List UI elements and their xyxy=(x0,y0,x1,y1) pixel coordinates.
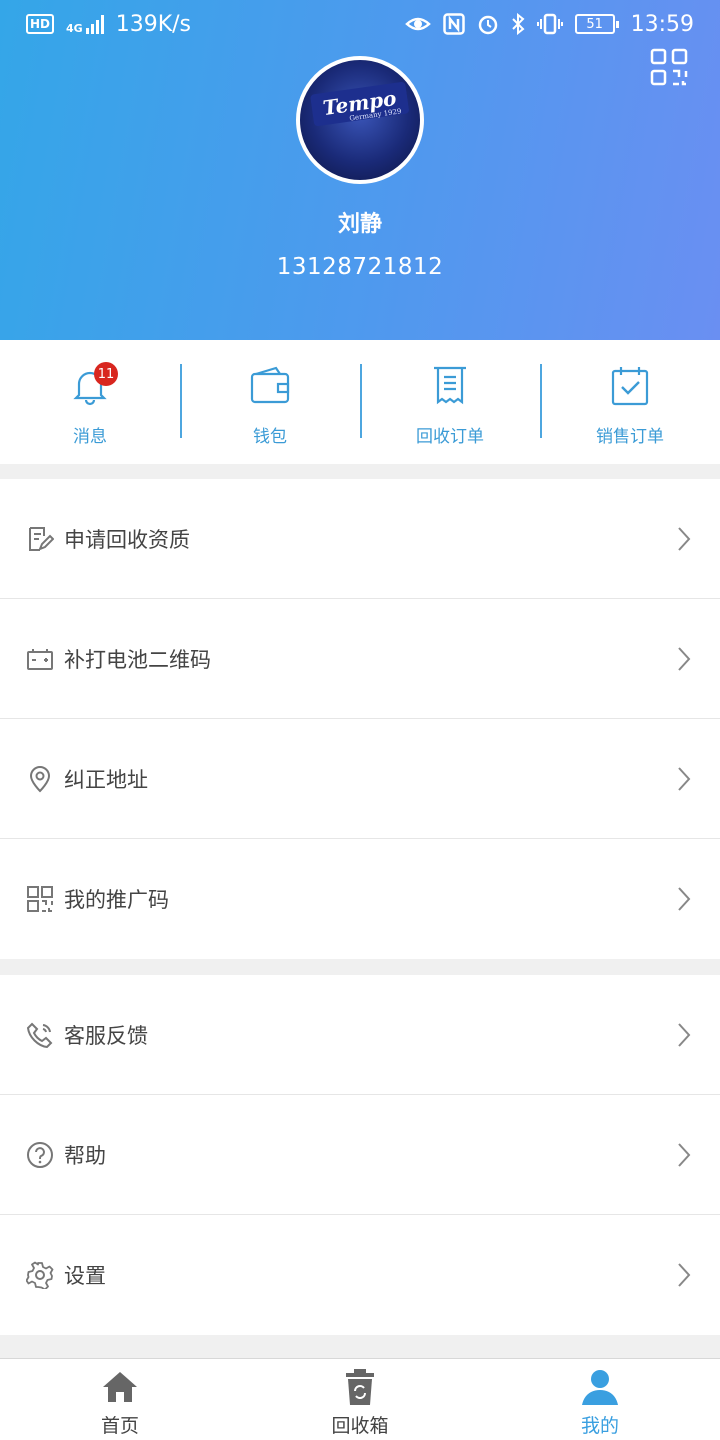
chevron-right-icon xyxy=(678,766,691,791)
chevron-right-icon xyxy=(678,1142,691,1167)
eye-comfort-icon xyxy=(404,17,431,31)
quick-messages[interactable]: 11 消息 xyxy=(0,340,180,464)
menu-apply-qualification[interactable]: 申请回收资质 xyxy=(0,479,720,599)
receipt-icon xyxy=(434,366,466,405)
battery-icon: 51 xyxy=(574,14,619,34)
hd-indicator: HD xyxy=(26,14,55,34)
tab-mine-label: 我的 xyxy=(580,1415,619,1437)
avatar-image: Tempo Germany 1929 xyxy=(310,82,409,127)
calendar-check-icon xyxy=(611,367,649,406)
battery-level: 51 xyxy=(586,16,603,32)
menu-correct-address[interactable]: 纠正地址 xyxy=(0,719,720,839)
tab-home[interactable]: 首页 xyxy=(0,1359,240,1440)
message-count-badge: 11 xyxy=(94,362,118,386)
quick-sales-orders[interactable]: 销售订单 xyxy=(540,340,720,464)
menu-settings[interactable]: 设置 xyxy=(0,1215,720,1335)
menu-group-services: 申请回收资质 补打电池二维码 纠正地址 我的推广码 xyxy=(0,479,720,959)
chevron-right-icon xyxy=(678,887,691,911)
menu-apply-qualification-label: 申请回收资质 xyxy=(64,527,190,552)
menu-help-label: 帮助 xyxy=(64,1143,106,1168)
avatar[interactable]: Tempo Germany 1929 xyxy=(296,56,424,184)
vibrate-icon xyxy=(536,13,563,35)
qr-scan-icon[interactable] xyxy=(650,48,688,86)
menu-promo-code-label: 我的推广码 xyxy=(64,888,169,912)
user-phone: 13128721812 xyxy=(276,254,444,280)
home-icon xyxy=(103,1372,137,1402)
tab-recycle-bin[interactable]: 回收箱 xyxy=(240,1359,480,1440)
user-icon xyxy=(582,1370,618,1405)
location-pin-icon xyxy=(29,765,51,792)
recycle-bin-icon xyxy=(346,1369,374,1405)
chevron-right-icon xyxy=(678,646,691,671)
phone-icon xyxy=(26,1022,53,1048)
bluetooth-icon xyxy=(511,13,525,35)
quick-sales-orders-label: 销售订单 xyxy=(596,427,664,447)
status-bar: HD 4G 139K/s 51 13:59 xyxy=(0,0,720,48)
quick-messages-label: 消息 xyxy=(73,427,107,447)
quick-wallet[interactable]: 钱包 xyxy=(180,340,360,464)
menu-reprint-battery-qr-label: 补打电池二维码 xyxy=(64,647,211,672)
tab-mine[interactable]: 我的 xyxy=(480,1359,720,1440)
profile-header: HD 4G 139K/s 51 13:59 Tempo Germany 1929 xyxy=(0,0,720,340)
quick-recycle-orders[interactable]: 回收订单 xyxy=(360,340,540,464)
battery-icon xyxy=(27,648,53,670)
network-speed: 139K/s xyxy=(115,11,191,37)
clock: 13:59 xyxy=(630,11,694,37)
menu-help[interactable]: 帮助 xyxy=(0,1095,720,1215)
edit-doc-icon xyxy=(29,526,54,551)
signal-icon: 4G xyxy=(66,14,104,34)
tab-recycle-bin-label: 回收箱 xyxy=(331,1415,389,1437)
help-icon xyxy=(27,1141,53,1168)
user-name: 刘静 xyxy=(337,212,382,237)
quick-actions: 11 消息 钱包 回收订单 销售订单 xyxy=(0,340,720,464)
signal-label: 4G xyxy=(66,22,83,35)
wallet-icon xyxy=(250,366,290,404)
chevron-right-icon xyxy=(678,1263,691,1287)
menu-reprint-battery-qr[interactable]: 补打电池二维码 xyxy=(0,599,720,719)
menu-customer-feedback[interactable]: 客服反馈 xyxy=(0,975,720,1095)
quick-wallet-label: 钱包 xyxy=(253,427,287,447)
alarm-icon xyxy=(478,15,497,35)
menu-correct-address-label: 纠正地址 xyxy=(64,767,148,792)
chevron-right-icon xyxy=(678,526,691,551)
chevron-right-icon xyxy=(678,1022,691,1047)
quick-recycle-orders-label: 回收订单 xyxy=(416,427,484,447)
menu-group-support: 客服反馈 帮助 设置 xyxy=(0,975,720,1335)
qr-code-icon xyxy=(27,886,53,912)
menu-promo-code[interactable]: 我的推广码 xyxy=(0,839,720,959)
gear-icon xyxy=(26,1261,54,1289)
bottom-tab-bar: 首页 回收箱 我的 xyxy=(0,1358,720,1440)
menu-customer-feedback-label: 客服反馈 xyxy=(64,1023,148,1048)
nfc-icon xyxy=(442,13,465,35)
menu-settings-label: 设置 xyxy=(64,1264,106,1288)
tab-home-label: 首页 xyxy=(100,1415,139,1437)
